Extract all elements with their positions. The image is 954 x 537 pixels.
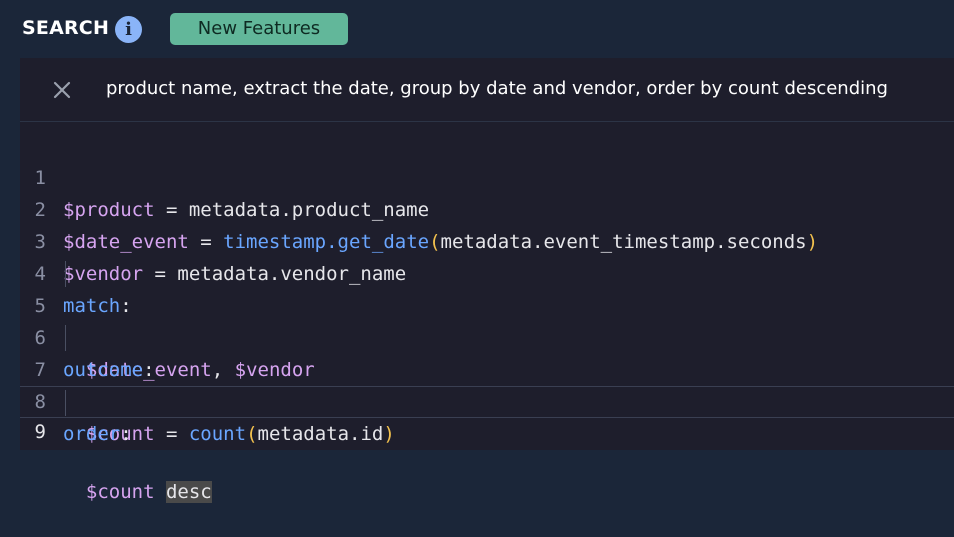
- code-token: =: [154, 423, 189, 445]
- code-token: count: [188, 423, 247, 445]
- code-token: metadata.id: [257, 423, 384, 445]
- natural-language-query-bar: product name, extract the date, group by…: [20, 58, 954, 122]
- info-icon[interactable]: i: [115, 16, 142, 43]
- code-line[interactable]: 7 $count = count(metadata.id): [20, 322, 954, 445]
- code-line[interactable]: 5 $date_event, $vendor: [20, 258, 954, 381]
- code-editor[interactable]: 1 $product = metadata.product_name 2 $da…: [20, 130, 954, 503]
- indent-guide: [65, 390, 66, 416]
- page-title: SEARCH: [22, 17, 110, 39]
- close-icon[interactable]: [50, 78, 74, 102]
- indent-guide: [65, 261, 66, 287]
- code-line[interactable]: 1 $product = metadata.product_name: [20, 130, 954, 221]
- code-line[interactable]: 6 outcome:: [20, 290, 954, 381]
- search-panel: product name, extract the date, group by…: [20, 58, 954, 503]
- code-line[interactable]: 8 order:: [20, 354, 954, 445]
- code-token: $count: [85, 481, 155, 503]
- new-features-badge[interactable]: New Features: [170, 13, 348, 45]
- code-text: $count desc: [63, 477, 212, 507]
- search-header: SEARCH i New Features: [0, 0, 954, 58]
- code-line-active[interactable]: 9 $count desc: [20, 386, 954, 503]
- query-text[interactable]: product name, extract the date, group by…: [106, 78, 888, 99]
- code-line[interactable]: 2 $date_event = timestamp.get_date(metad…: [20, 162, 954, 253]
- code-line[interactable]: 4 match:: [20, 226, 954, 317]
- code-token: (: [246, 423, 258, 445]
- code-line[interactable]: 3 $vendor = metadata.vendor_name: [20, 194, 954, 285]
- selected-token: desc: [165, 481, 212, 503]
- line-number: 9: [34, 421, 46, 443]
- code-token: ): [383, 423, 395, 445]
- code-token: :: [120, 423, 132, 445]
- indent-guide: [65, 325, 66, 351]
